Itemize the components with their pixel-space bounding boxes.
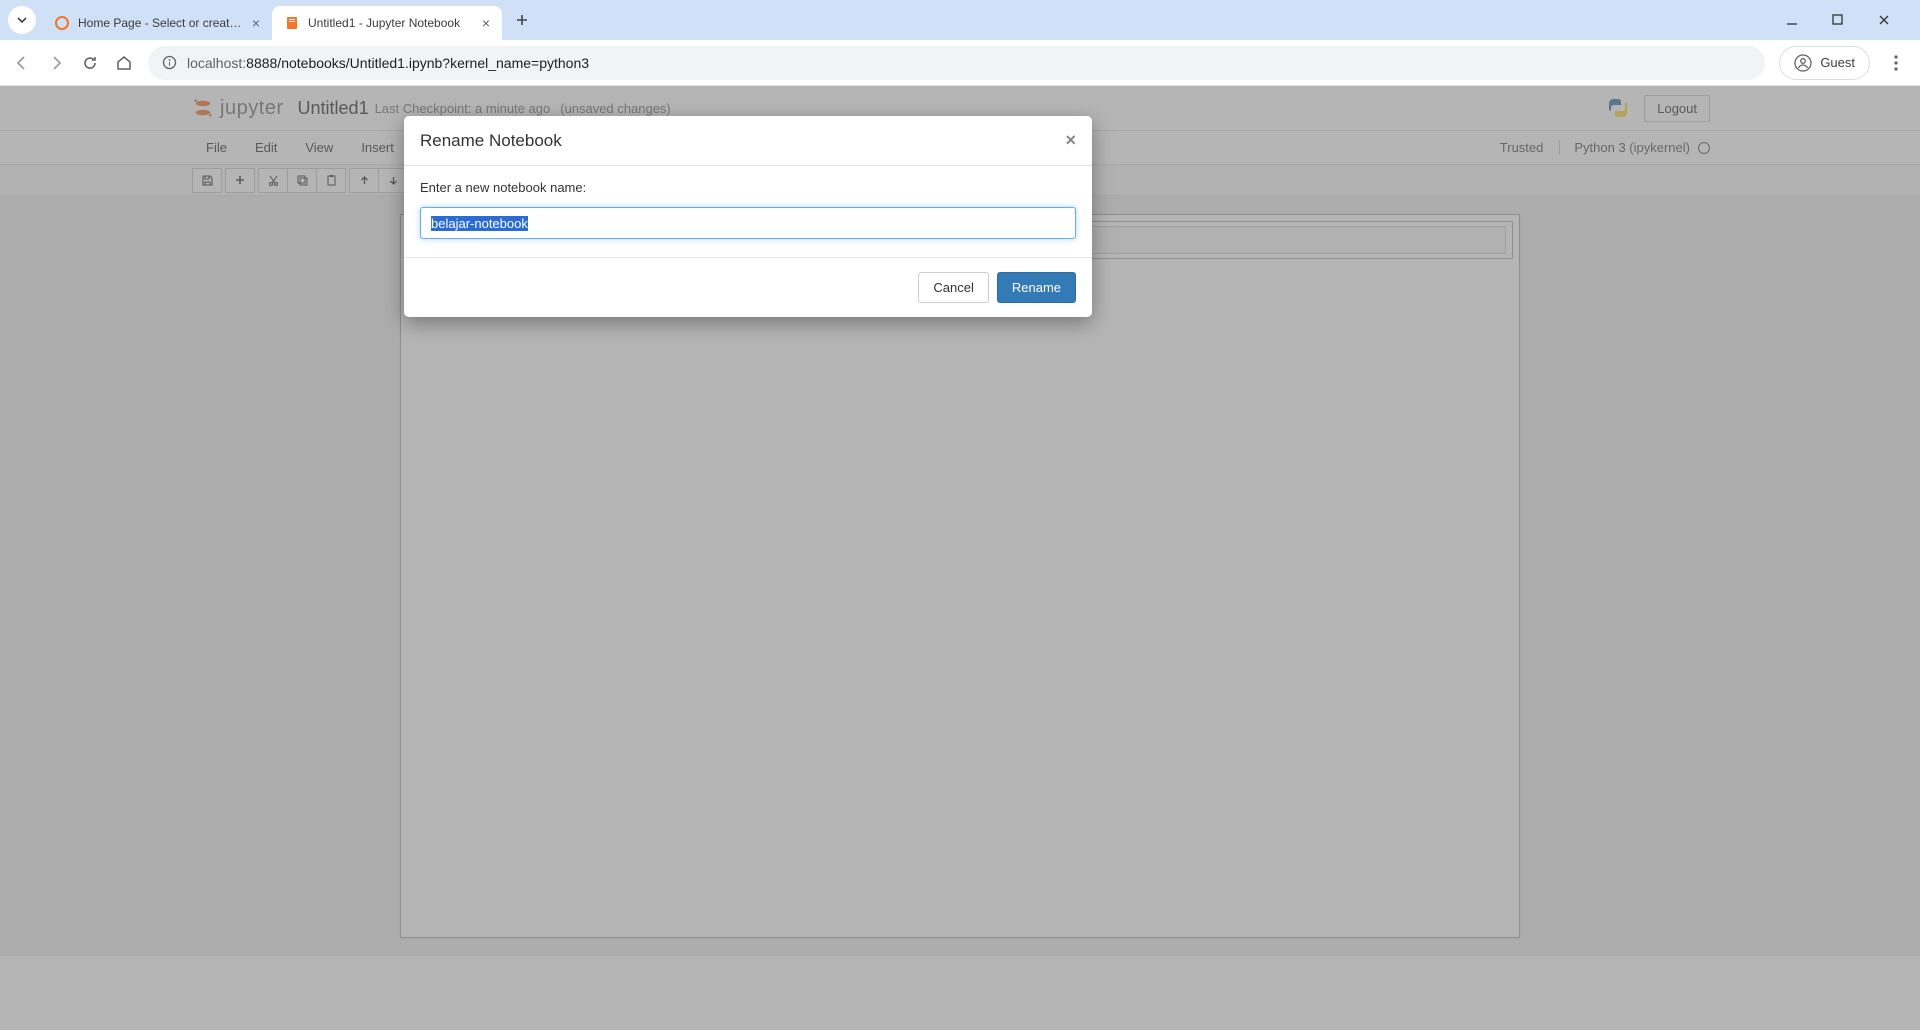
modal-title: Rename Notebook (420, 131, 562, 151)
modal-body: Enter a new notebook name: (404, 166, 1092, 258)
tab-title: Untitled1 - Jupyter Notebook (308, 16, 474, 30)
info-icon (162, 55, 177, 70)
tab-title: Home Page - Select or create a (78, 16, 244, 30)
jupyter-favicon-icon (54, 15, 70, 31)
window-controls (1786, 14, 1912, 26)
person-icon (1794, 54, 1812, 72)
close-window-button[interactable] (1878, 14, 1902, 26)
address-bar[interactable]: localhost:8888/notebooks/Untitled1.ipynb… (148, 46, 1765, 80)
chevron-down-icon (16, 14, 28, 26)
close-icon[interactable]: × (482, 15, 490, 31)
browser-tab-home[interactable]: Home Page - Select or create a × (42, 6, 272, 40)
rename-modal: Rename Notebook × Enter a new notebook n… (404, 116, 1092, 317)
reload-icon (81, 54, 99, 72)
reload-button[interactable] (80, 53, 100, 73)
notebook-favicon-icon (284, 15, 300, 31)
close-icon (1878, 14, 1890, 26)
new-tab-button[interactable] (508, 6, 536, 34)
maximize-icon (1832, 14, 1843, 25)
plus-icon (515, 13, 529, 27)
kebab-icon (1894, 55, 1898, 71)
browser-toolbar: localhost:8888/notebooks/Untitled1.ipynb… (0, 40, 1920, 86)
profile-chip[interactable]: Guest (1779, 46, 1870, 80)
arrow-left-icon (13, 54, 31, 72)
browser-tab-notebook[interactable]: Untitled1 - Jupyter Notebook × (272, 6, 502, 40)
modal-label: Enter a new notebook name: (420, 180, 1076, 195)
forward-button[interactable] (46, 53, 66, 73)
modal-close-button[interactable]: × (1065, 130, 1076, 151)
home-button[interactable] (114, 53, 134, 73)
rename-button[interactable]: Rename (997, 272, 1076, 303)
notebook-name-input[interactable] (420, 207, 1076, 239)
profile-label: Guest (1820, 55, 1855, 70)
tab-search-dropdown[interactable] (8, 6, 36, 34)
minimize-icon (1786, 14, 1798, 26)
browser-tab-strip: Home Page - Select or create a × Untitle… (0, 0, 1920, 40)
home-icon (115, 54, 133, 72)
close-icon[interactable]: × (252, 15, 260, 31)
modal-footer: Cancel Rename (404, 258, 1092, 317)
url-text: localhost:8888/notebooks/Untitled1.ipynb… (187, 55, 589, 71)
back-button[interactable] (12, 53, 32, 73)
arrow-right-icon (47, 54, 65, 72)
maximize-button[interactable] (1832, 14, 1856, 26)
browser-menu-button[interactable] (1884, 55, 1908, 71)
modal-header: Rename Notebook × (404, 116, 1092, 166)
cancel-button[interactable]: Cancel (918, 272, 988, 303)
minimize-button[interactable] (1786, 14, 1810, 26)
